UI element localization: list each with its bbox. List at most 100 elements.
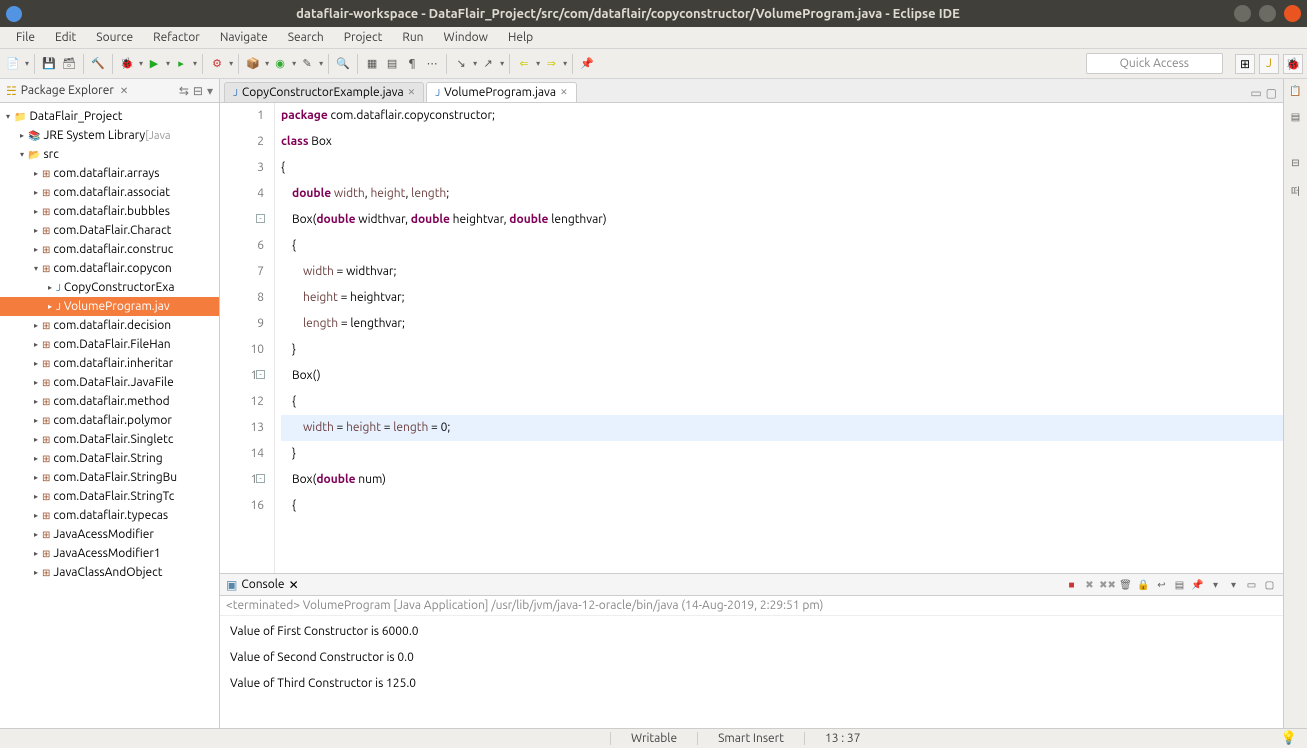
tree-item[interactable]: ▸⊞JavaAcessModifier1 (0, 544, 219, 563)
tree-item[interactable]: ▸⊞JavaAcessModifier (0, 525, 219, 544)
menu-navigate[interactable]: Navigate (210, 28, 278, 47)
tab-close-icon[interactable]: ✕ (560, 87, 568, 98)
run-icon[interactable]: ▶ (145, 55, 163, 73)
tree-item[interactable]: ▸JCopyConstructorExa (0, 278, 219, 297)
new-type-icon[interactable]: ✎ (298, 55, 316, 73)
tree-item[interactable]: ▸⊞com.DataFlair.String (0, 449, 219, 468)
menu-file[interactable]: File (6, 28, 45, 47)
min-console-icon[interactable]: ▭ (1244, 577, 1259, 592)
tree-item[interactable]: ▸⊞com.dataflair.decision (0, 316, 219, 335)
menu-source[interactable]: Source (86, 28, 143, 47)
remove-launch-icon[interactable]: ✖ (1082, 577, 1097, 592)
build-icon[interactable]: 🔨 (89, 55, 107, 73)
close-button[interactable] (1284, 5, 1301, 22)
new-icon[interactable]: 📄 (4, 55, 22, 73)
collapse-all-icon[interactable]: ⊟ (193, 84, 203, 98)
minimize-view-icon[interactable]: ▭ (1250, 86, 1261, 100)
remove-all-icon[interactable]: ✖✖ (1100, 577, 1115, 592)
pin-console-icon[interactable]: 📌 (1190, 577, 1205, 592)
tree-item[interactable]: ▸📚JRE System Library [Java (0, 126, 219, 145)
tree-item[interactable]: ▸⊞com.dataflair.construc (0, 240, 219, 259)
clear-console-icon[interactable]: 🗑 (1118, 577, 1133, 592)
console-icon: ▣ (226, 578, 237, 592)
menu-run[interactable]: Run (392, 28, 433, 47)
max-console-icon[interactable]: ▢ (1262, 577, 1277, 592)
view-close-icon[interactable]: ✕ (120, 85, 128, 97)
menu-search[interactable]: Search (278, 28, 334, 47)
tree-item[interactable]: ▾📁DataFlair_Project (0, 107, 219, 126)
view-menu-icon[interactable]: ▾ (207, 84, 213, 98)
tree-item[interactable]: ▸⊞com.dataflair.arrays (0, 164, 219, 183)
toggle-mark-icon[interactable]: ▦ (363, 55, 381, 73)
java-perspective-icon[interactable]: J (1259, 54, 1279, 74)
tree-item[interactable]: ▸⊞com.dataflair.associat (0, 183, 219, 202)
code-editor[interactable]: 12345-67891011-12131415-16 package com.d… (220, 103, 1283, 573)
show-whitespace-icon[interactable]: ⋯ (423, 55, 441, 73)
tree-item[interactable]: ▸⊞JavaClassAndObject (0, 563, 219, 582)
console-title: Console (241, 578, 284, 591)
menu-window[interactable]: Window (434, 28, 498, 47)
prev-annotation-icon[interactable]: ↗ (479, 55, 497, 73)
debug-perspective-icon[interactable]: 🐞 (1283, 54, 1303, 74)
word-wrap-console-icon[interactable]: ↩ (1154, 577, 1169, 592)
tree-item[interactable]: ▸⊞com.DataFlair.Charact (0, 221, 219, 240)
type-hier-icon[interactable]: 떠 (1288, 183, 1304, 199)
menu-edit[interactable]: Edit (45, 28, 86, 47)
editor-tab[interactable]: JCopyConstructorExample.java✕ (224, 82, 424, 102)
coverage-icon[interactable]: ▸ (172, 55, 190, 73)
maximize-button[interactable] (1259, 5, 1276, 22)
tree-item[interactable]: ▸JVolumeProgram.jav (0, 297, 219, 316)
menu-refactor[interactable]: Refactor (143, 28, 210, 47)
ext-tools-icon[interactable]: ⚙ (208, 55, 226, 73)
terminate-icon[interactable]: ■ (1064, 577, 1079, 592)
package-explorer-titlebar: ☵ Package Explorer ✕ ⇆ ⊟ ▾ (0, 79, 219, 103)
console-close-icon[interactable]: ✕ (289, 578, 299, 592)
menu-project[interactable]: Project (334, 28, 393, 47)
tab-label: CopyConstructorExample.java (242, 86, 404, 99)
word-wrap-icon[interactable]: ¶ (403, 55, 421, 73)
display-selected-icon[interactable]: ▾ (1208, 577, 1223, 592)
back-icon[interactable]: ⇐ (515, 55, 533, 73)
toggle-block-icon[interactable]: ▤ (383, 55, 401, 73)
code-content[interactable]: package com.dataflair.copyconstructor;cl… (275, 103, 1283, 573)
quick-access[interactable]: Quick Access (1086, 53, 1223, 74)
new-class-icon[interactable]: ◉ (271, 55, 289, 73)
new-package-icon[interactable]: 📦 (244, 55, 262, 73)
outline2-trim-icon[interactable]: ⊟ (1288, 157, 1304, 173)
tree-item[interactable]: ▸⊞com.dataflair.typecas (0, 506, 219, 525)
tree-item[interactable]: ▸⊞com.dataflair.method (0, 392, 219, 411)
console-output[interactable]: Value of First Constructor is 6000.0Valu… (220, 616, 1283, 728)
tab-close-icon[interactable]: ✕ (408, 87, 416, 98)
search-icon[interactable]: 🔍 (334, 55, 352, 73)
editor-tabs: JCopyConstructorExample.java✕JVolumeProg… (220, 79, 1283, 103)
tree-item[interactable]: ▾📂src (0, 145, 219, 164)
tip-bulb-icon[interactable]: 💡 (1281, 731, 1297, 746)
pin-icon[interactable]: 📌 (578, 55, 596, 73)
tree-item[interactable]: ▸⊞com.dataflair.bubbles (0, 202, 219, 221)
package-tree[interactable]: ▾📁DataFlair_Project▸📚JRE System Library … (0, 103, 219, 728)
forward-icon[interactable]: ⇒ (542, 55, 560, 73)
debug-icon[interactable]: 🐞 (118, 55, 136, 73)
tree-item[interactable]: ▸⊞com.dataflair.polymor (0, 411, 219, 430)
link-editor-icon[interactable]: ⇆ (179, 84, 189, 98)
maximize-view-icon[interactable]: ▢ (1266, 86, 1277, 100)
save-all-icon[interactable]: 🗃 (60, 55, 78, 73)
tree-item[interactable]: ▸⊞com.DataFlair.StringTc (0, 487, 219, 506)
tree-item[interactable]: ▸⊞com.DataFlair.StringBu (0, 468, 219, 487)
outline-trim-icon[interactable]: ▤ (1288, 111, 1304, 127)
tree-item[interactable]: ▾⊞com.dataflair.copycon (0, 259, 219, 278)
editor-tab[interactable]: JVolumeProgram.java✕ (426, 82, 576, 102)
task-list-icon[interactable]: 📋 (1288, 85, 1304, 101)
next-annotation-icon[interactable]: ↘ (452, 55, 470, 73)
tree-item[interactable]: ▸⊞com.DataFlair.Singletc (0, 430, 219, 449)
scroll-lock-icon[interactable]: 🔒 (1136, 577, 1151, 592)
tree-item[interactable]: ▸⊞com.DataFlair.FileHan (0, 335, 219, 354)
save-icon[interactable]: 💾 (40, 55, 58, 73)
open-perspective-icon[interactable]: ⊞ (1235, 54, 1255, 74)
tree-item[interactable]: ▸⊞com.dataflair.inheritar (0, 354, 219, 373)
open-console-icon[interactable]: ▾ (1226, 577, 1241, 592)
tree-item[interactable]: ▸⊞com.DataFlair.JavaFile (0, 373, 219, 392)
menu-help[interactable]: Help (498, 28, 543, 47)
show-console-icon[interactable]: ▤ (1172, 577, 1187, 592)
minimize-button[interactable] (1234, 5, 1251, 22)
